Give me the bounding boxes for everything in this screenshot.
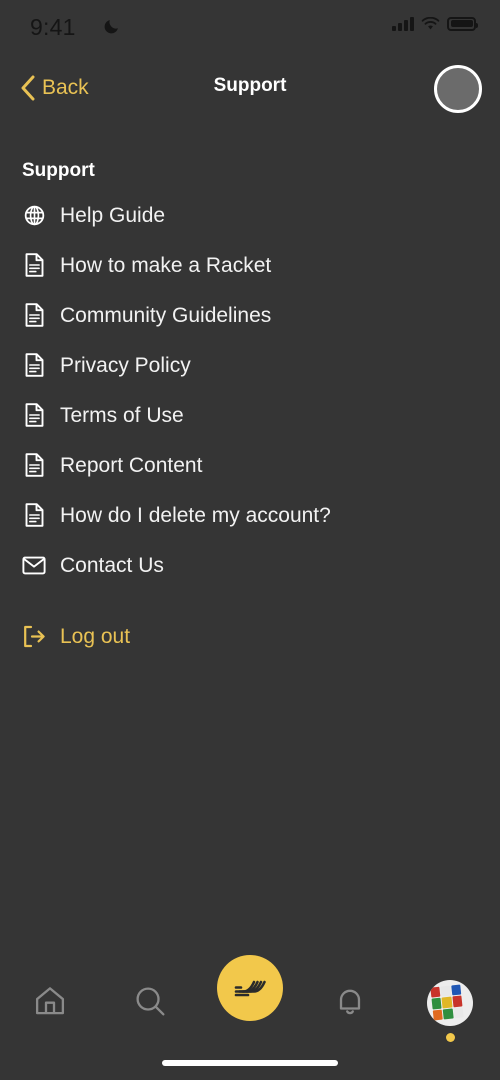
document-icon: [22, 302, 46, 328]
menu-item-label: Help Guide: [60, 203, 166, 227]
envelope-icon: [22, 552, 46, 578]
menu-item-how-to-make-a-racket[interactable]: How to make a Racket: [0, 240, 500, 290]
support-menu-list: Help Guide How to make a Racket Communit…: [0, 190, 500, 590]
home-icon: [33, 984, 67, 1023]
menu-item-contact-us[interactable]: Contact Us: [0, 540, 500, 590]
tab-notifications[interactable]: [320, 973, 380, 1033]
menu-item-label: Report Content: [60, 453, 203, 477]
search-icon: [133, 984, 167, 1023]
support-screen: 9:41 Back Support Support Help Guide How…: [0, 0, 500, 1080]
rubiks-cube-photo: [430, 984, 464, 1021]
user-avatar-icon[interactable]: [434, 65, 482, 113]
menu-item-label: Terms of Use: [60, 403, 184, 427]
status-icons: [392, 16, 478, 31]
logout-label: Log out: [60, 624, 131, 648]
page-title: Support: [213, 75, 287, 96]
document-icon: [22, 352, 46, 378]
menu-item-terms-of-use[interactable]: Terms of Use: [0, 390, 500, 440]
globe-icon: [22, 202, 46, 228]
battery-full-icon: [447, 16, 478, 31]
status-bar: 9:41: [0, 0, 500, 58]
content-area: Support Help Guide How to make a Racket …: [0, 120, 500, 661]
menu-item-label: Community Guidelines: [60, 303, 272, 327]
home-indicator: [162, 1060, 338, 1066]
menu-item-label: Privacy Policy: [60, 353, 191, 377]
status-time: 9:41: [30, 14, 76, 40]
menu-item-label: How do I delete my account?: [60, 503, 331, 527]
section-header: Support: [22, 160, 95, 181]
document-icon: [22, 502, 46, 528]
menu-item-label: How to make a Racket: [60, 253, 272, 277]
tab-search[interactable]: [120, 973, 180, 1033]
menu-item-help-guide[interactable]: Help Guide: [0, 190, 500, 240]
racket-strings-logo-icon: [230, 970, 270, 1007]
menu-item-community-guidelines[interactable]: Community Guidelines: [0, 290, 500, 340]
cellular-signal-icon: [392, 16, 414, 31]
tab-create-button[interactable]: [217, 955, 283, 1021]
document-icon: [22, 452, 46, 478]
document-icon: [22, 402, 46, 428]
bottom-tab-bar: [0, 940, 500, 1080]
menu-item-delete-account[interactable]: How do I delete my account?: [0, 490, 500, 540]
bell-icon: [333, 984, 367, 1023]
menu-item-label: Contact Us: [60, 553, 164, 577]
wifi-icon: [421, 16, 440, 29]
sign-out-icon: [22, 623, 46, 649]
logout-button[interactable]: Log out: [0, 611, 500, 661]
active-tab-indicator: [445, 1033, 455, 1042]
tab-home[interactable]: [20, 973, 80, 1033]
document-icon: [22, 252, 46, 278]
profile-avatar-icon: [427, 980, 473, 1026]
tab-profile[interactable]: [420, 973, 480, 1042]
navigation-bar: Back Support: [0, 58, 500, 120]
menu-item-report-content[interactable]: Report Content: [0, 440, 500, 490]
menu-item-privacy-policy[interactable]: Privacy Policy: [0, 340, 500, 390]
crescent-moon-icon: [104, 20, 118, 34]
